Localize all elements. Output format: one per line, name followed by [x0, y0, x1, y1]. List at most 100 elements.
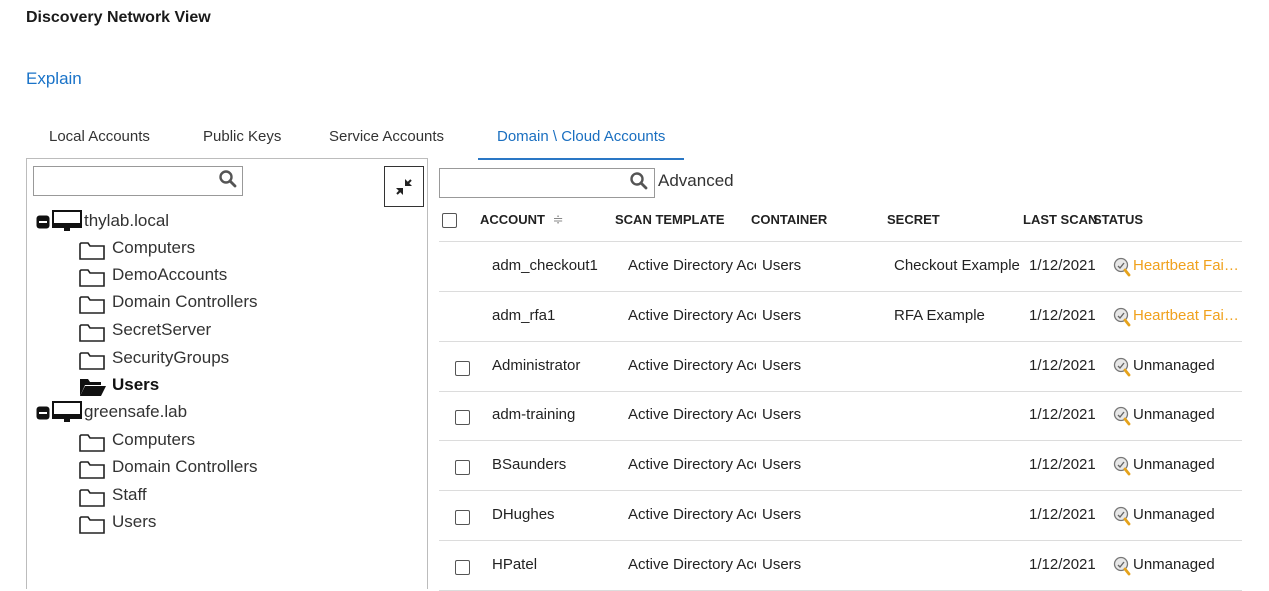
tree-search-input[interactable]: [33, 166, 243, 196]
column-header-last-scan[interactable]: LAST SCAN: [1023, 212, 1097, 227]
collapse-arrows-icon: [396, 179, 412, 195]
folder-icon: [79, 242, 105, 260]
table-row[interactable]: DHughes Active Directory Account Users 1/12…: [439, 491, 1242, 541]
last-scan-cell: 1/12/2021: [1029, 406, 1096, 424]
last-scan-cell: 1/12/2021: [1029, 257, 1096, 274]
column-header-secret[interactable]: SECRET: [887, 212, 940, 227]
status-cell: Unmanaged: [1133, 356, 1215, 374]
tab-domain-cloud-accounts[interactable]: Domain \ Cloud Accounts: [478, 124, 685, 160]
folder-icon: [79, 434, 105, 452]
tree-domain-label: thylab.local: [84, 211, 170, 230]
column-header-container[interactable]: CONTAINER: [751, 212, 827, 227]
account-cell: adm-training: [492, 406, 576, 424]
scan-status-icon: [1112, 556, 1132, 581]
tree-folder-domain-controllers[interactable]: Domain Controllers: [79, 290, 339, 314]
table-row[interactable]: adm-training Active Directory Account User…: [439, 391, 1242, 442]
status-cell: Unmanaged: [1133, 555, 1215, 573]
page-title: Discovery Network View: [26, 9, 211, 26]
account-cell: BSaunders: [492, 456, 567, 474]
tree-folder-secretserver[interactable]: SecretServer: [79, 318, 279, 342]
computer-icon: [52, 210, 82, 231]
search-icon[interactable]: [218, 169, 238, 194]
row-checkbox[interactable]: [455, 410, 470, 426]
tree-folder-users[interactable]: Users: [79, 510, 279, 534]
account-cell: Administrator: [492, 356, 581, 374]
folder-icon: [79, 461, 105, 479]
container-cell: Users: [762, 356, 802, 374]
advanced-search-link[interactable]: Advanced: [658, 171, 734, 191]
scan-status-icon: [1112, 257, 1132, 282]
tree-folder-computers[interactable]: Computers: [79, 236, 279, 260]
last-scan-cell: 1/12/2021: [1029, 506, 1096, 523]
collapse-node-icon[interactable]: [36, 215, 50, 229]
scan-status-icon: [1112, 406, 1132, 431]
sort-icon[interactable]: ≑: [553, 212, 564, 227]
account-cell: adm_rfa1: [492, 306, 556, 324]
computer-icon: [52, 401, 82, 422]
tree-domain-label: greensafe.lab: [84, 402, 188, 421]
scan-template-cell: Active Directory Account: [628, 456, 756, 474]
last-scan-cell: 1/12/2021: [1029, 456, 1096, 474]
scan-template-cell: Active Directory Account: [628, 306, 756, 324]
tree-folder-staff[interactable]: Staff: [79, 483, 279, 507]
tree-folder-securitygroups[interactable]: SecurityGroups: [79, 346, 279, 370]
scan-template-cell: Active Directory Account: [628, 406, 756, 424]
tab-local-accounts[interactable]: Local Accounts: [49, 124, 150, 158]
status-cell[interactable]: Heartbeat Failed: [1133, 257, 1239, 274]
scan-template-cell: Active Directory Account: [628, 257, 756, 274]
container-cell: Users: [762, 555, 802, 573]
column-header-account[interactable]: ACCOUNT ≑: [480, 212, 564, 228]
tab-public-keys[interactable]: Public Keys: [203, 124, 281, 158]
account-cell: DHughes: [492, 506, 555, 523]
container-cell: Users: [762, 257, 802, 274]
grid-search-input[interactable]: [439, 168, 655, 198]
tree-folder-computers[interactable]: Computers: [79, 428, 279, 452]
container-cell: Users: [762, 456, 802, 474]
table-row[interactable]: BSaunders Active Directory Account Users 1/…: [439, 441, 1242, 492]
scan-template-cell: Active Directory Account: [628, 506, 756, 523]
container-cell: Users: [762, 406, 802, 424]
folder-icon: [79, 516, 105, 534]
scan-template-cell: Active Directory Account: [628, 555, 756, 573]
row-checkbox[interactable]: [455, 460, 470, 476]
tree-domain-thylab[interactable]: thylab.local: [36, 209, 236, 233]
tree-folder-domain-controllers[interactable]: Domain Controllers: [79, 455, 339, 479]
status-cell[interactable]: Heartbeat Failed: [1133, 307, 1239, 324]
table-row[interactable]: HPatel Active Directory Account Users 1/12/…: [439, 541, 1242, 591]
tree-folder-users-selected[interactable]: Users: [79, 373, 279, 397]
status-cell: Unmanaged: [1133, 506, 1215, 523]
collapse-node-icon[interactable]: [36, 406, 50, 420]
table-row[interactable]: adm_checkout1 Active Directory Account Use…: [439, 242, 1242, 292]
account-cell: adm_checkout1: [492, 257, 598, 274]
scan-template-cell: Active Directory Account: [628, 356, 756, 374]
scan-status-icon: [1112, 357, 1132, 382]
secret-link[interactable]: RFA Example: [894, 307, 1021, 324]
folder-icon: [79, 296, 105, 314]
explain-link[interactable]: Explain: [26, 69, 82, 89]
collapse-button[interactable]: [384, 166, 424, 207]
secret-link[interactable]: Checkout Example: [894, 257, 1021, 274]
column-header-status[interactable]: STATUS: [1093, 212, 1143, 227]
table-row[interactable]: adm_rfa1 Active Directory Account Users RFA…: [439, 292, 1242, 342]
container-cell: Users: [762, 506, 802, 523]
row-checkbox[interactable]: [455, 360, 470, 376]
tab-service-accounts[interactable]: Service Accounts: [329, 124, 444, 158]
search-icon[interactable]: [629, 171, 649, 196]
row-checkbox[interactable]: [455, 510, 470, 525]
status-cell: Unmanaged: [1133, 456, 1215, 474]
last-scan-cell: 1/12/2021: [1029, 306, 1096, 324]
row-checkbox[interactable]: [455, 559, 470, 575]
column-header-scan-template[interactable]: SCAN TEMPLATE: [615, 212, 725, 227]
folder-icon: [79, 489, 105, 507]
last-scan-cell: 1/12/2021: [1029, 555, 1096, 573]
last-scan-cell: 1/12/2021: [1029, 356, 1096, 374]
tree-panel: thylab.local Computers DemoAccounts Doma…: [26, 158, 428, 589]
tree-folder-demoaccounts[interactable]: DemoAccounts: [79, 263, 279, 287]
select-all-checkbox[interactable]: [442, 213, 457, 228]
scan-status-icon: [1112, 307, 1132, 332]
tab-bar: Local Accounts Public Keys Service Accou…: [26, 124, 746, 160]
grid-header: ACCOUNT ≑ SCAN TEMPLATE CONTAINER SECRET…: [439, 199, 1242, 242]
tree-domain-greensafe[interactable]: greensafe.lab: [36, 400, 236, 424]
table-row[interactable]: Administrator Active Directory Account Use…: [439, 342, 1242, 392]
status-cell: Unmanaged: [1133, 406, 1215, 424]
